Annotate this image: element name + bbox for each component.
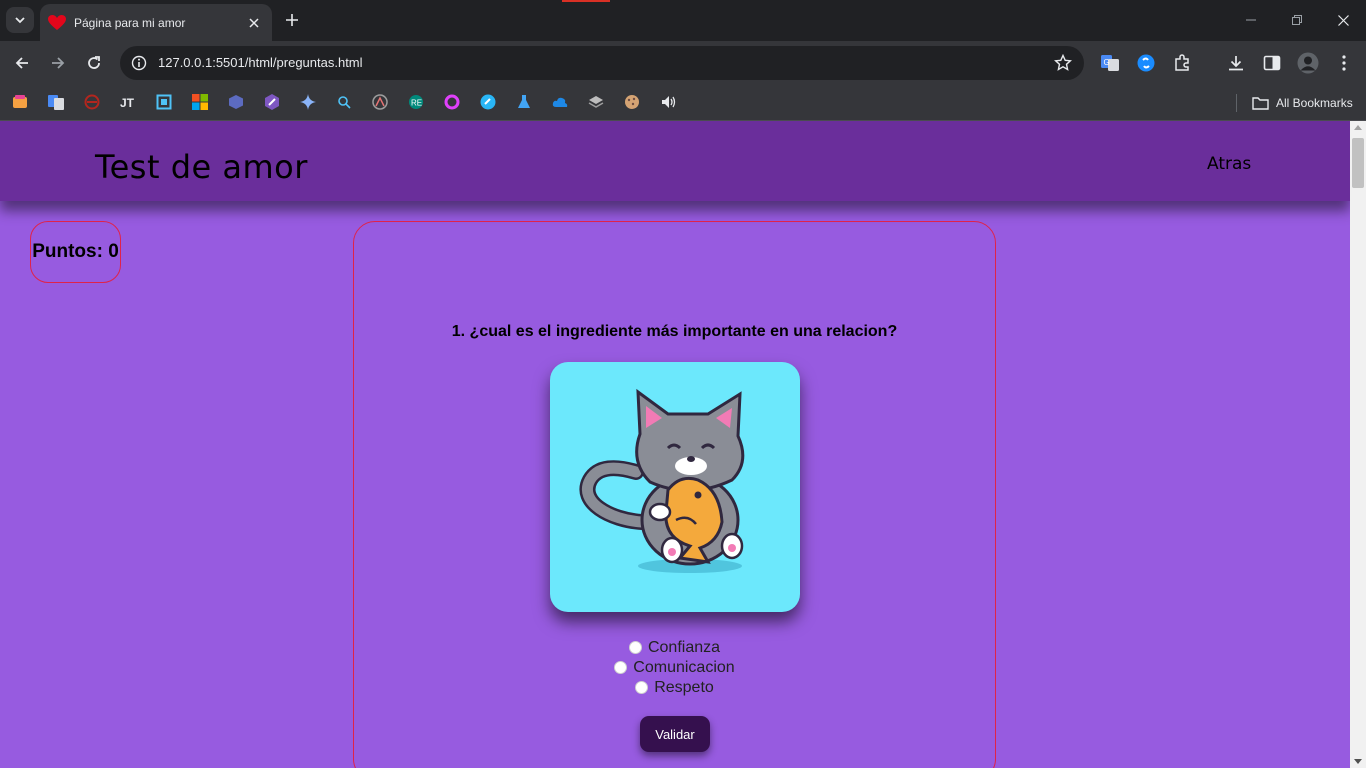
quiz-card: 1. ¿cual es el ingrediente más important… xyxy=(353,221,996,768)
scroll-down-arrow-icon[interactable] xyxy=(1354,759,1362,764)
option-label: Comunicacion xyxy=(633,659,735,676)
option-respeto[interactable]: Respeto xyxy=(635,678,714,698)
scroll-up-arrow-icon[interactable] xyxy=(1354,125,1362,130)
svg-text:RE: RE xyxy=(411,99,422,108)
reload-button[interactable] xyxy=(80,49,108,77)
url-text: 127.0.0.1:5501/html/preguntas.html xyxy=(158,55,363,70)
arrow-left-icon xyxy=(15,57,28,69)
option-label: Respeto xyxy=(654,679,714,696)
bookmark-apps-icon[interactable] xyxy=(11,93,29,111)
bookmark-circle-logo-icon[interactable] xyxy=(371,93,389,111)
site-header: Test de amor Atras xyxy=(0,121,1350,201)
bookmark-red-logo-icon[interactable] xyxy=(83,93,101,111)
shazam-extension-icon[interactable] xyxy=(1132,49,1160,77)
back-link[interactable]: Atras xyxy=(1207,154,1251,174)
bookmarks-bar: JT RE All Bookmarks xyxy=(0,85,1366,121)
page-scrollbar[interactable] xyxy=(1350,121,1366,768)
profile-avatar[interactable] xyxy=(1294,49,1322,77)
heart-icon xyxy=(48,14,66,32)
bookmark-square-icon[interactable] xyxy=(155,93,173,111)
bookmark-sparkle-icon[interactable] xyxy=(299,93,317,111)
tab-search-button[interactable] xyxy=(6,7,34,33)
answer-options: Confianza Comunicacion Respeto xyxy=(354,638,995,698)
restore-button[interactable] xyxy=(1274,5,1320,35)
validate-button[interactable]: Validar xyxy=(640,716,710,752)
tab-strip: Página para mi amor xyxy=(0,0,1366,41)
arrow-right-icon xyxy=(52,57,65,69)
tab-title: Página para mi amor xyxy=(74,15,186,30)
bookmark-star-icon[interactable] xyxy=(1050,50,1076,76)
side-panel-icon[interactable] xyxy=(1258,49,1286,77)
menu-kebab-icon[interactable] xyxy=(1330,49,1358,77)
scroll-thumb[interactable] xyxy=(1352,138,1364,188)
option-label: Confianza xyxy=(647,639,721,656)
bookmark-layers-icon[interactable] xyxy=(587,93,605,111)
svg-text:JT: JT xyxy=(120,96,135,110)
extensions-puzzle-icon[interactable] xyxy=(1168,49,1196,77)
folder-icon xyxy=(1252,97,1269,110)
bookmark-flask-icon[interactable] xyxy=(515,93,533,111)
restore-icon xyxy=(1292,15,1302,25)
bookmark-cookie-icon[interactable] xyxy=(623,93,641,111)
all-bookmarks-button[interactable]: All Bookmarks xyxy=(1252,92,1353,114)
downloads-icon[interactable] xyxy=(1222,49,1250,77)
page-viewport: Test de amor Atras Puntos: 0 1. ¿cual es… xyxy=(0,121,1350,768)
chevron-down-icon xyxy=(15,17,25,24)
bookmark-speaker-icon[interactable] xyxy=(659,93,677,111)
close-tab-icon[interactable] xyxy=(242,11,266,35)
radio-button[interactable] xyxy=(628,640,642,654)
cat-illustration xyxy=(550,362,800,612)
tab-accent xyxy=(562,0,610,2)
close-icon xyxy=(1337,14,1349,26)
active-tab[interactable]: Página para mi amor xyxy=(40,4,272,41)
bookmark-translate-icon[interactable] xyxy=(47,93,65,111)
question-text: 1. ¿cual es el ingrediente más important… xyxy=(451,323,898,340)
option-comunicacion[interactable]: Comunicacion xyxy=(614,658,735,678)
bookmark-obsidian-icon[interactable] xyxy=(263,93,281,111)
bookmark-microsoft-icon[interactable] xyxy=(191,93,209,111)
minimize-icon xyxy=(1246,19,1256,21)
option-confianza[interactable]: Confianza xyxy=(628,638,721,658)
translate-extension-icon[interactable]: G xyxy=(1096,49,1124,77)
score-box: Puntos: 0 xyxy=(30,221,121,283)
radio-button[interactable] xyxy=(635,680,649,694)
site-info-icon[interactable] xyxy=(126,50,152,76)
new-tab-button[interactable] xyxy=(280,8,304,32)
bookmark-ring-icon[interactable] xyxy=(443,93,461,111)
close-window-button[interactable] xyxy=(1320,5,1366,35)
radio-button[interactable] xyxy=(614,660,628,674)
minimize-button[interactable] xyxy=(1228,5,1274,35)
bookmark-cube-icon[interactable] xyxy=(227,93,245,111)
browser-toolbar: 127.0.0.1:5501/html/preguntas.html G xyxy=(0,41,1366,85)
bookmarks-separator xyxy=(1236,94,1237,112)
reload-icon xyxy=(88,56,100,69)
address-bar[interactable]: 127.0.0.1:5501/html/preguntas.html xyxy=(120,46,1084,80)
score-label: Puntos: 0 xyxy=(32,241,119,262)
plus-icon xyxy=(286,14,298,26)
svg-text:G: G xyxy=(1104,58,1110,67)
bookmark-cloud-icon[interactable] xyxy=(551,93,569,111)
forward-button[interactable] xyxy=(44,49,72,77)
back-button[interactable] xyxy=(8,49,36,77)
all-bookmarks-label: All Bookmarks xyxy=(1276,96,1353,110)
bookmark-search-icon[interactable] xyxy=(335,93,353,111)
bookmark-text-icon[interactable]: JT xyxy=(119,93,137,111)
site-title: Test de amor xyxy=(95,148,308,186)
bookmark-teal-icon[interactable]: RE xyxy=(407,93,425,111)
bookmark-blue-circle-icon[interactable] xyxy=(479,93,497,111)
